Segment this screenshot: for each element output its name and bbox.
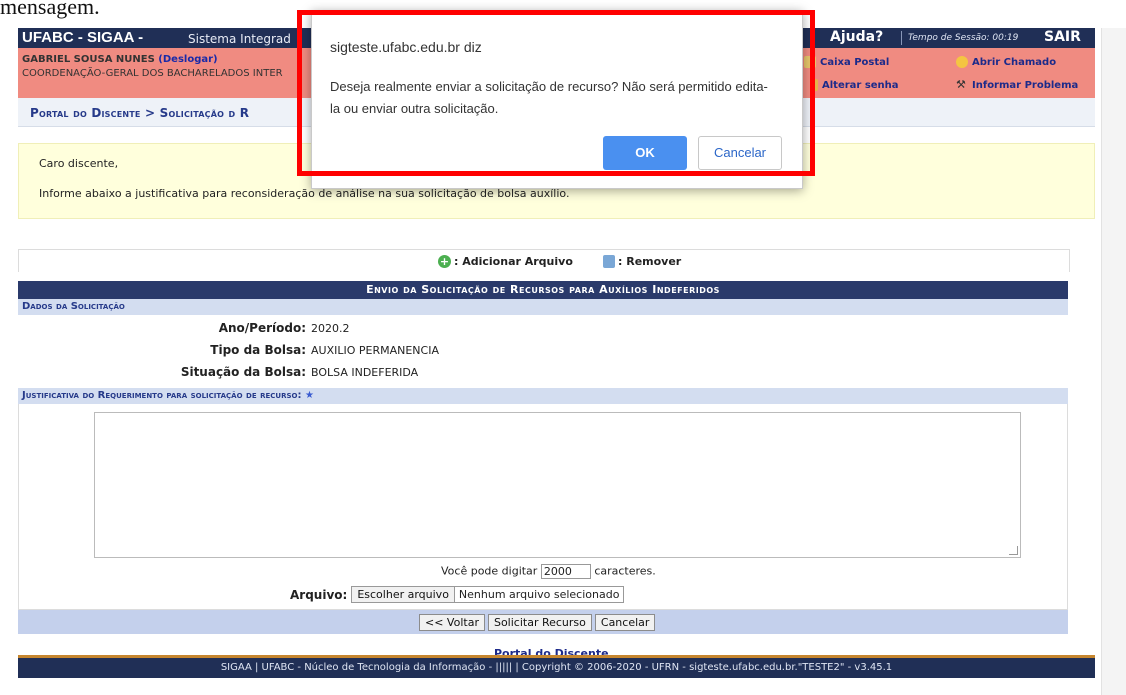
confirm-dialog: sigteste.ufabc.edu.br diz Deseja realmen… (311, 10, 803, 189)
mailbox-icon (804, 56, 816, 68)
field-value: BOLSA INDEFERIDA (311, 366, 419, 379)
notice-greeting: Caro discente, (39, 157, 119, 170)
counter-prefix: Você pode digitar (441, 564, 538, 578)
choose-file-button[interactable]: Escolher arquivo (352, 587, 455, 602)
informar-problema-label: Informar Problema (972, 79, 1079, 91)
breadcrumb-portal[interactable]: Portal do Discente (30, 106, 141, 120)
counter-value-field: 2000 (540, 564, 591, 579)
key-icon (810, 79, 818, 91)
cancel-button[interactable]: Cancelar (594, 614, 656, 631)
document-caption-fragment: mensagem. (0, 0, 100, 19)
abrir-chamado-label: Abrir Chamado (972, 56, 1057, 68)
resize-grip-icon[interactable] (1009, 546, 1018, 555)
file-status: Nenhum arquivo selecionado (458, 588, 620, 601)
trash-icon (603, 255, 615, 268)
file-tools-bar: + : Adicionar Arquivo : Remover (18, 249, 1070, 272)
caixa-postal-link[interactable]: Caixa Postal (804, 56, 889, 68)
field-row-ano: Ano/Período: 2020.2 (18, 317, 1068, 337)
field-row-situacao: Situação da Bolsa: BOLSA INDEFERIDA (18, 361, 1068, 381)
add-file-legend: + : Adicionar Arquivo (438, 255, 573, 268)
field-value: 2020.2 (311, 322, 350, 335)
field-label: Ano/Período: (218, 321, 306, 335)
logout-link[interactable]: SAIR (1044, 29, 1081, 45)
user-name-line: GABRIEL SOUSA NUNES (Deslogar) (22, 54, 218, 65)
add-file-label: : Adicionar Arquivo (454, 255, 573, 268)
abrir-chamado-link[interactable]: Abrir Chamado (956, 56, 1056, 68)
field-label: Tipo da Bolsa: (210, 343, 306, 357)
system-name: Sistema Integrad (188, 32, 291, 46)
alterar-senha-label: Alterar senha (822, 79, 899, 91)
required-star-icon: ★ (304, 390, 314, 401)
add-circle-icon: + (438, 255, 451, 268)
footer: SIGAA | UFABC - Núcleo de Tecnologia da … (18, 655, 1095, 678)
dialog-cancel-button[interactable]: Cancelar (698, 136, 782, 170)
user-organization: COORDENAÇÃO-GERAL DOS BACHARELADOS INTER (22, 68, 283, 79)
user-name: GABRIEL SOUSA NUNES (22, 54, 155, 65)
action-bar: << Voltar Solicitar Recurso Cancelar (18, 610, 1068, 634)
topbar-divider (901, 31, 902, 45)
breadcrumb-current-tail: R (239, 106, 250, 120)
dialog-message: Deseja realmente enviar a solicitação de… (330, 79, 768, 116)
page-scrollbar[interactable] (1101, 28, 1126, 695)
section-justificativa-label: Justificativa do Requerimento para solic… (22, 390, 302, 401)
form-title: Envio da Solicitação de Recursos para Au… (18, 281, 1068, 299)
alterar-senha-link[interactable]: Alterar senha (810, 79, 899, 91)
deslogar-link[interactable]: (Deslogar) (158, 54, 217, 65)
caixa-postal-label: Caixa Postal (820, 56, 890, 68)
informar-problema-link[interactable]: ⚒ Informar Problema (956, 79, 1078, 91)
tools-icon: ⚒ (956, 78, 966, 91)
file-label: Arquivo: (290, 587, 348, 602)
counter-suffix: caracteres. (594, 564, 656, 578)
session-timer: Tempo de Sessão: 00:19 (908, 33, 1019, 43)
section-justificativa: Justificativa do Requerimento para solic… (18, 388, 1068, 404)
remove-file-legend: : Remover (603, 255, 681, 268)
section-dados-solicitacao: Dados da Solicitação (18, 299, 1068, 315)
char-counter: Você pode digitar 2000 caracteres. (441, 564, 656, 579)
brand-title: UFABC - SIGAA - (22, 29, 144, 46)
justification-textarea[interactable] (94, 412, 1021, 558)
submit-request-button[interactable]: Solicitar Recurso (487, 614, 592, 631)
breadcrumb-separator: > (144, 106, 156, 120)
breadcrumb-current: Solicitação d (159, 106, 236, 120)
remove-file-label: : Remover (618, 255, 682, 268)
field-value: AUXILIO PERMANENCIA (311, 344, 439, 357)
dialog-host: sigteste.ufabc.edu.br diz (330, 39, 482, 55)
ticket-icon (956, 56, 968, 68)
help-link[interactable]: Ajuda? (830, 29, 883, 45)
file-upload-row: Arquivo: Escolher arquivo Nenhum arquivo… (290, 586, 625, 603)
field-row-tipo-bolsa: Tipo da Bolsa: AUXILIO PERMANENCIA (18, 339, 1068, 359)
field-label: Situação da Bolsa: (180, 365, 306, 379)
dialog-ok-button[interactable]: OK (603, 136, 687, 170)
breadcrumb: Portal do Discente > Solicitação d R (30, 106, 249, 120)
back-button[interactable]: << Voltar (419, 614, 485, 631)
